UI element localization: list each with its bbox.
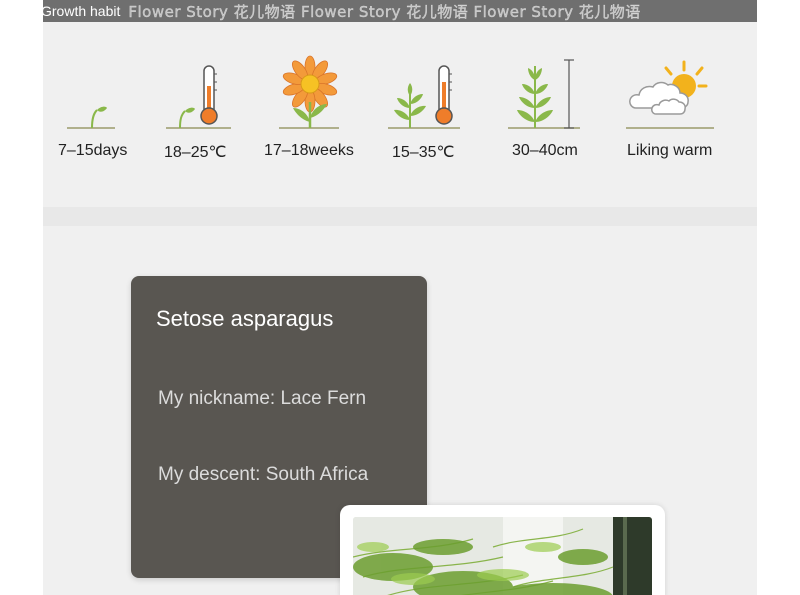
page: Growth habit Flower Story 花儿物语 Flower St… [0,0,800,595]
sprout-thermometer-icon [166,65,231,129]
habit-growth-temperature: 15–35℃ [388,22,478,207]
header-watermark: Flower Story 花儿物语 Flower Story 花儿物语 Flow… [128,2,641,21]
plant-nickname: My nickname: Lace Fern [158,388,367,409]
habit-flowering: 17–18weeks [263,22,373,207]
section-divider [43,207,757,226]
habit-label: 18–25℃ [164,144,227,161]
habit-germination-temperature: 18–25℃ [161,22,251,207]
plant-photo-frame [340,505,665,595]
header-bar: Growth habit Flower Story 花儿物语 Flower St… [43,0,757,22]
header-title: Growth habit [43,3,121,19]
fern-photo-graphic [353,517,652,595]
sun-cloud-icon [626,60,714,129]
habit-label: 17–18weeks [264,142,354,159]
plant-descent: My descent: South Africa [158,464,369,485]
habit-label: 15–35℃ [392,144,455,161]
plant-name: Setose asparagus [156,306,334,331]
sprout-icon [67,106,115,129]
plant-height-icon [508,59,580,129]
habit-label: 30–40cm [512,142,578,159]
habit-label: Liking warm [627,142,713,159]
plant-photo [353,517,652,595]
flower-icon [279,55,339,129]
plant-thermometer-icon [388,65,460,129]
habit-label: 7–15days [58,142,128,159]
habit-plant-height: 30–40cm [508,22,598,207]
habit-germination: 7–15days [57,22,137,207]
habit-climate: Liking warm [626,22,726,207]
growth-habits: 7–15days 18–25℃ 17–18weeks 15–35℃ 30–40c… [43,22,757,207]
